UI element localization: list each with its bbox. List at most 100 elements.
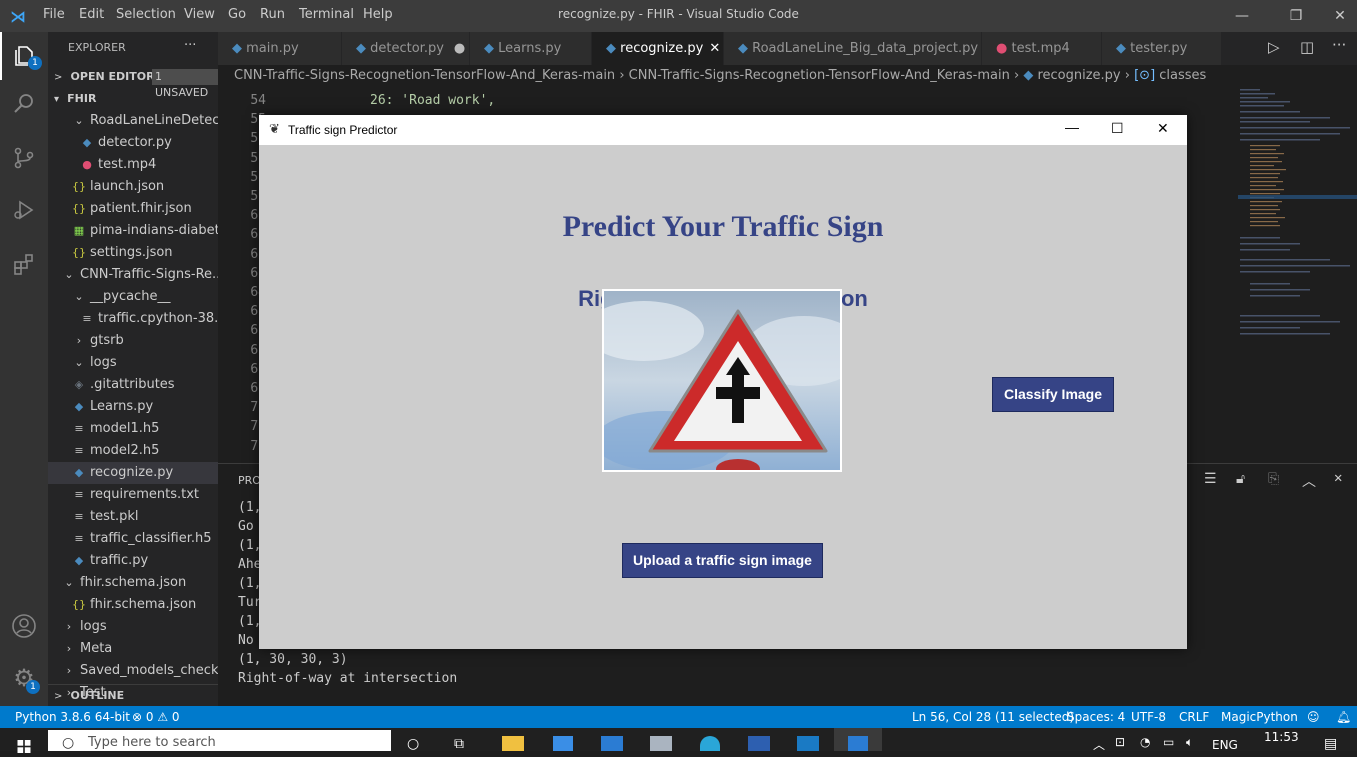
store-taskbar-icon[interactable] [553,736,573,751]
sidebar-item[interactable]: ≡ model2.h5 [48,440,218,462]
edge-taskbar-icon[interactable] [700,736,720,751]
breadcrumb-folder-1[interactable]: CNN-Traffic-Signs-Recognetion-TensorFlow… [234,68,615,83]
tk-titlebar[interactable]: ❦ Traffic sign Predictor — ☐ ✕ [259,115,1187,145]
windows-start-icon[interactable] [16,738,32,757]
split-editor-icon[interactable]: ◫ [1300,38,1314,56]
tab-close-icon[interactable]: ✕ [709,41,720,56]
line-ending[interactable]: CRLF [1179,706,1209,728]
sidebar-item[interactable]: ◆ detector.py [48,132,218,154]
sidebar-item[interactable]: › Saved_models_check... [48,660,218,682]
open-editors-section[interactable]: > OPEN EDITORS 1 UNSAVED [48,66,218,99]
encoding[interactable]: UTF-8 [1131,706,1166,728]
language-mode[interactable]: MagicPython [1221,706,1298,728]
sidebar-item[interactable]: ≡ requirements.txt [48,484,218,506]
input-language[interactable]: ENG [1212,738,1238,752]
sidebar-item-label: settings.json [90,245,173,260]
sidebar-item[interactable]: ≡ traffic.cpython-38.... [48,308,218,330]
lock-icon[interactable]: 🔓︎ [1236,471,1245,487]
maximize-panel-icon[interactable]: ︿ [1302,471,1316,491]
panel-tab-problems[interactable]: PRO [238,474,261,487]
tray-chevron-icon[interactable]: ︿ [1093,736,1105,753]
sidebar-item[interactable]: ⌄ logs [48,352,218,374]
sidebar-item[interactable]: ◈ .gitattributes [48,374,218,396]
explorer-more-icon[interactable]: ··· [184,38,196,53]
breadcrumb-file[interactable]: recognize.py [1037,68,1120,83]
tk-minimize-icon[interactable]: — [1065,119,1079,135]
sidebar-item[interactable]: {} settings.json [48,242,218,264]
battery-icon[interactable]: ▭ [1163,735,1174,749]
taskbar-search-input[interactable]: ○ Type here to search [48,730,391,751]
sidebar-item[interactable]: {} fhir.schema.json [48,594,218,616]
tab-roadlaneline-py[interactable]: ◆ RoadLaneLine_Big_data_project.py [724,32,982,65]
tab-tester-py[interactable]: ◆ tester.py [1102,32,1222,65]
feedback-icon[interactable]: ☺ [1307,706,1320,728]
fhir-root-folder[interactable]: ▾ FHIR [48,88,218,110]
explorer-icon[interactable]: 1 [0,32,48,80]
clock-time[interactable]: 11:53 [1264,730,1299,744]
task-view-icon[interactable]: ⧉ [454,736,464,752]
tray-app-icon[interactable]: ⊡ [1115,735,1125,749]
copy-icon[interactable]: ⎘ [1268,471,1279,487]
manage-gear-icon[interactable]: ⚙ 1 [0,654,48,702]
tab-main-py[interactable]: ◆ main.py [218,32,342,65]
sidebar-item[interactable]: › Meta [48,638,218,660]
tab-test-mp4[interactable]: ● test.mp4 [982,32,1102,65]
run-debug-icon[interactable] [0,186,48,234]
wifi-icon[interactable]: ◔ [1140,735,1150,749]
sidebar-item[interactable]: ● test.mp4 [48,154,218,176]
mail-taskbar-icon[interactable] [601,736,623,751]
sidebar-item[interactable]: ◆ recognize.py [48,462,218,484]
outline-section[interactable]: > OUTLINE [48,684,218,706]
more-actions-icon[interactable]: ··· [1332,36,1346,54]
restore-icon[interactable]: ❐ [1273,0,1319,32]
source-control-icon[interactable] [0,134,48,182]
volume-icon[interactable]: 🔈︎ [1186,735,1193,750]
notifications-icon[interactable]: 🔔︎ [1336,706,1351,728]
action-center-icon[interactable]: ▤ [1324,736,1337,752]
sidebar-item[interactable]: ⌄ RoadLaneLineDetect... [48,110,218,132]
clear-terminal-icon[interactable]: ☰ [1204,471,1217,487]
sidebar-item[interactable]: › logs [48,616,218,638]
sidebar-item[interactable]: ≡ test.pkl [48,506,218,528]
tab-learns-py[interactable]: ◆ Learns.py [470,32,592,65]
minimap[interactable] [1238,87,1357,463]
photos-taskbar-icon[interactable] [797,736,819,751]
problems-count[interactable]: ⊗ 0 ⚠ 0 [132,706,180,728]
sidebar-item[interactable]: ⌄ __pycache__ [48,286,218,308]
breadcrumb-symbol[interactable]: classes [1159,68,1206,83]
python-interpreter[interactable]: Python 3.8.6 64-bit [15,706,130,728]
sidebar-item[interactable]: ≡ model1.h5 [48,418,218,440]
classify-image-button[interactable]: Classify Image [992,377,1114,412]
sidebar-item[interactable]: ⌄ CNN-Traffic-Signs-Re... [48,264,218,286]
sidebar-item[interactable]: ≡ traffic_classifier.h5 [48,528,218,550]
file-explorer-taskbar-icon[interactable] [502,736,524,751]
search-icon[interactable] [0,80,48,128]
sidebar-item[interactable]: ◆ Learns.py [48,396,218,418]
tab-detector-py[interactable]: ◆ detector.py ● [342,32,470,65]
cortana-icon[interactable]: ○ [407,736,419,752]
close-icon[interactable]: ✕ [1317,0,1357,32]
sidebar-item[interactable]: ◆ traffic.py [48,550,218,572]
sidebar-item[interactable]: ▦ pima-indians-diabet... [48,220,218,242]
tab-recognize-py[interactable]: ◆ recognize.py ✕ [592,32,724,65]
close-panel-icon[interactable]: ✕ [1334,470,1342,486]
indentation[interactable]: Spaces: 4 [1067,706,1125,728]
cursor-position[interactable]: Ln 56, Col 28 (11 selected) [912,706,1074,728]
window-title: recognize.py - FHIR - Visual Studio Code [558,7,799,21]
extensions-icon[interactable] [0,240,48,288]
breadcrumb-folder-2[interactable]: CNN-Traffic-Signs-Recognetion-TensorFlow… [629,68,1010,83]
sidebar-item[interactable]: {} patient.fhir.json [48,198,218,220]
sidebar-item[interactable]: ⌄ fhir.schema.json [48,572,218,594]
run-file-icon[interactable]: ▷ [1268,38,1280,56]
sidebar-item[interactable]: {} launch.json [48,176,218,198]
tk-close-icon[interactable]: ✕ [1157,120,1169,137]
upload-image-button[interactable]: Upload a traffic sign image [622,543,823,578]
account-icon[interactable] [0,602,48,650]
vscode-taskbar-item[interactable] [834,728,882,751]
sidebar-item[interactable]: › gtsrb [48,330,218,352]
app-taskbar-icon[interactable] [650,736,672,751]
tk-maximize-icon[interactable]: ☐ [1111,120,1124,137]
app2-taskbar-icon[interactable] [748,736,770,751]
outline-label: OUTLINE [70,689,125,702]
minimize-icon[interactable]: — [1219,0,1265,32]
